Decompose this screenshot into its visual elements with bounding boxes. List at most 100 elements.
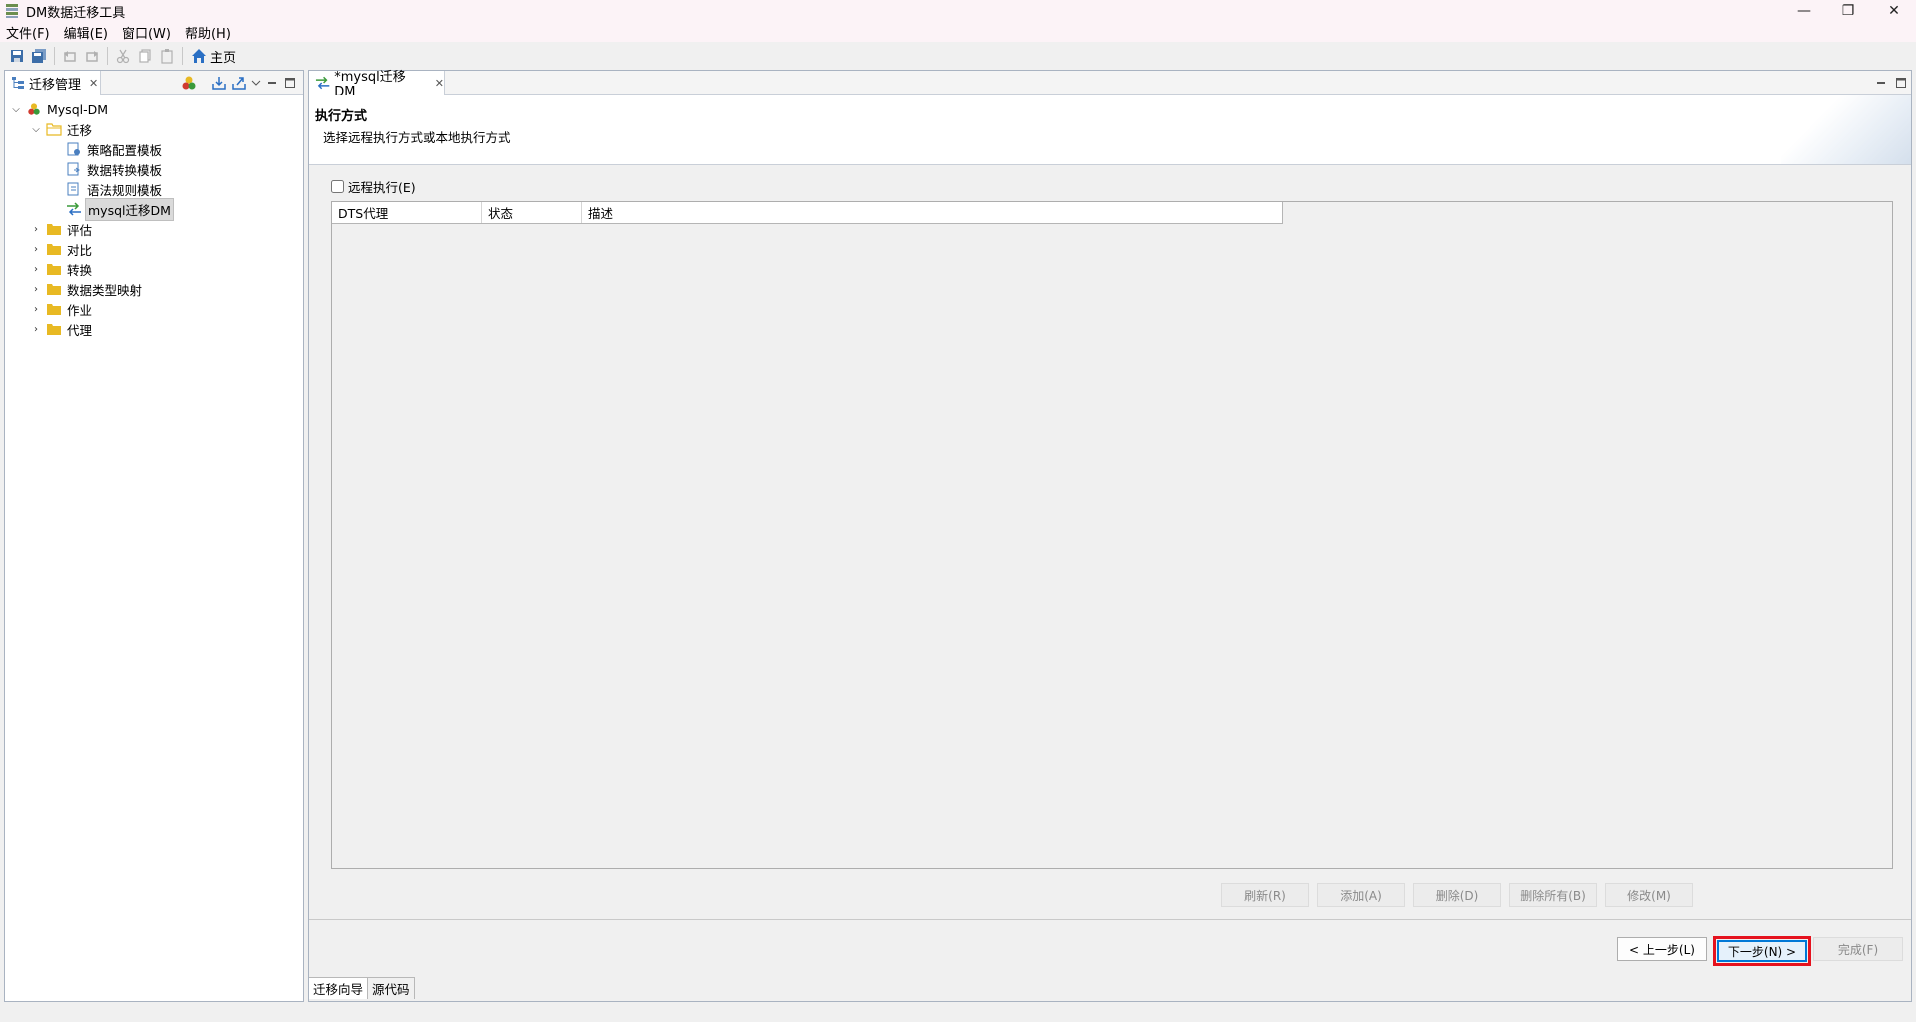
tree-item-convert[interactable]: › 转换 bbox=[5, 259, 303, 279]
view-menu-icon[interactable] bbox=[251, 78, 261, 88]
close-tab-icon[interactable]: ✕ bbox=[89, 77, 98, 90]
toolbar-separator bbox=[182, 47, 183, 65]
tree-item-label: 作业 bbox=[67, 302, 93, 318]
folder-icon bbox=[46, 221, 62, 237]
tree-item-label: 语法规则模板 bbox=[87, 182, 163, 198]
wizard-separator bbox=[309, 919, 1911, 920]
minimize-button[interactable]: — bbox=[1782, 0, 1826, 22]
tree-item-syntax-rule-template[interactable]: 语法规则模板 bbox=[5, 179, 303, 199]
tree-item-root[interactable]: ⌵ Mysql-DM bbox=[5, 99, 303, 119]
maximize-view-icon[interactable] bbox=[283, 76, 297, 90]
home-label: 主页 bbox=[210, 50, 237, 66]
folder-icon bbox=[46, 281, 62, 297]
restore-button[interactable]: ❐ bbox=[1826, 0, 1870, 22]
template-rule-icon bbox=[66, 181, 82, 197]
paste-button[interactable] bbox=[156, 45, 178, 67]
template-convert-icon bbox=[66, 161, 82, 177]
delete-all-button[interactable]: 删除所有(B) bbox=[1509, 883, 1597, 907]
refresh-button[interactable]: 刷新(R) bbox=[1221, 883, 1309, 907]
remote-execution-label: 远程执行(E) bbox=[348, 180, 416, 195]
app-icon bbox=[6, 4, 18, 18]
tab-migration-wizard[interactable]: 迁移向导 bbox=[309, 978, 369, 999]
menu-window[interactable]: 窗口(W) bbox=[122, 23, 171, 42]
wizard-header: 执行方式 选择远程执行方式或本地执行方式 bbox=[309, 95, 1911, 165]
migration-editor: *mysql迁移DM ✕ 执行方式 选择远程执行方式或本地执行方式 远程执行(E… bbox=[308, 70, 1912, 1002]
tab-mysql-migration-dm[interactable]: *mysql迁移DM ✕ bbox=[309, 70, 445, 100]
column-header-description[interactable]: 描述 bbox=[582, 202, 1282, 223]
save-icon bbox=[11, 50, 23, 62]
migration-management-panel: 迁移管理 ✕ ⌵ Mysql-DM ⌵ 迁移 策略配置模板 数据转换模板 语法规… bbox=[4, 70, 304, 1002]
tree-item-label: 代理 bbox=[67, 322, 93, 338]
undo-icon bbox=[64, 51, 76, 62]
minimize-editor-icon[interactable] bbox=[1871, 71, 1891, 95]
export-icon[interactable] bbox=[231, 75, 247, 91]
tree-item-agents[interactable]: › 代理 bbox=[5, 319, 303, 339]
column-header-status[interactable]: 状态 bbox=[482, 202, 582, 223]
tree-item-label: Mysql-DM bbox=[47, 101, 109, 117]
left-panel-tabbar: 迁移管理 ✕ bbox=[5, 71, 303, 95]
title-bar: DM数据迁移工具 bbox=[0, 0, 1916, 22]
tree-item-strategy-template[interactable]: 策略配置模板 bbox=[5, 139, 303, 159]
menu-help[interactable]: 帮助(H) bbox=[185, 23, 231, 42]
chevron-right-icon[interactable]: › bbox=[29, 262, 43, 276]
menu-edit[interactable]: 编辑(E) bbox=[64, 23, 108, 42]
cut-button[interactable] bbox=[112, 45, 134, 67]
remote-execution-checkbox[interactable] bbox=[331, 180, 344, 193]
migration-arrows-icon bbox=[66, 201, 82, 217]
add-button[interactable]: 添加(A) bbox=[1317, 883, 1405, 907]
undo-button[interactable] bbox=[59, 45, 81, 67]
chevron-right-icon[interactable]: › bbox=[29, 222, 43, 236]
tab-migration-management[interactable]: 迁移管理 ✕ bbox=[5, 71, 101, 95]
window-title: DM数据迁移工具 bbox=[26, 5, 126, 21]
column-header-dts-agent[interactable]: DTS代理 bbox=[332, 202, 482, 223]
folder-icon bbox=[46, 241, 62, 257]
next-button[interactable]: 下一步(N) > bbox=[1717, 940, 1807, 962]
copy-icon bbox=[139, 49, 151, 63]
close-button[interactable]: ✕ bbox=[1872, 0, 1916, 22]
save-button[interactable] bbox=[6, 45, 28, 67]
dts-agent-table: DTS代理 状态 描述 bbox=[331, 201, 1893, 869]
copy-button[interactable] bbox=[134, 45, 156, 67]
left-panel-tools bbox=[181, 71, 297, 95]
tree-item-label: 策略配置模板 bbox=[87, 142, 163, 158]
tree-item-jobs[interactable]: › 作业 bbox=[5, 299, 303, 319]
tree-item-assessment[interactable]: › 评估 bbox=[5, 219, 303, 239]
delete-button[interactable]: 删除(D) bbox=[1413, 883, 1501, 907]
tree-item-mysql-migration-dm[interactable]: mysql迁移DM bbox=[5, 197, 303, 221]
template-settings-icon bbox=[66, 141, 82, 157]
tree-item-compare[interactable]: › 对比 bbox=[5, 239, 303, 259]
menu-file[interactable]: 文件(F) bbox=[6, 23, 50, 42]
tab-source-code[interactable]: 源代码 bbox=[368, 978, 415, 999]
chevron-down-icon[interactable]: ⌵ bbox=[29, 122, 43, 136]
chevron-right-icon[interactable]: › bbox=[29, 322, 43, 336]
tree-item-label: 迁移 bbox=[67, 122, 93, 138]
main-toolbar: 主页 bbox=[0, 42, 1916, 70]
chevron-right-icon[interactable]: › bbox=[29, 282, 43, 296]
chevron-right-icon[interactable]: › bbox=[29, 302, 43, 316]
save-all-button[interactable] bbox=[28, 45, 50, 67]
editor-tabbar: *mysql迁移DM ✕ bbox=[309, 70, 1911, 100]
finish-button[interactable]: 完成(F) bbox=[1813, 937, 1903, 961]
chevron-right-icon[interactable]: › bbox=[29, 242, 43, 256]
connection-icon[interactable] bbox=[181, 75, 197, 91]
tree-item-data-conversion-template[interactable]: 数据转换模板 bbox=[5, 159, 303, 179]
minimize-view-icon[interactable] bbox=[265, 76, 279, 90]
maximize-editor-icon[interactable] bbox=[1891, 71, 1911, 95]
close-tab-icon[interactable]: ✕ bbox=[435, 77, 444, 90]
table-header: DTS代理 状态 描述 bbox=[332, 202, 1283, 224]
back-button[interactable]: < 上一步(L) bbox=[1617, 937, 1707, 961]
chevron-down-icon[interactable]: ⌵ bbox=[9, 102, 23, 116]
migration-arrows-icon bbox=[315, 76, 330, 90]
redo-button[interactable] bbox=[81, 45, 103, 67]
tree-item-datatype-mapping[interactable]: › 数据类型映射 bbox=[5, 279, 303, 299]
modify-button[interactable]: 修改(M) bbox=[1605, 883, 1693, 907]
tree-item-migration[interactable]: ⌵ 迁移 bbox=[5, 119, 303, 139]
tree-item-label: mysql迁移DM bbox=[85, 197, 174, 221]
project-icon bbox=[26, 101, 42, 117]
import-icon[interactable] bbox=[211, 75, 227, 91]
home-button[interactable]: 主页 bbox=[191, 47, 236, 66]
remote-execution-option[interactable]: 远程执行(E) bbox=[331, 177, 416, 196]
redo-icon bbox=[86, 51, 98, 62]
tree-item-label: 数据类型映射 bbox=[67, 282, 143, 298]
migration-tree: ⌵ Mysql-DM ⌵ 迁移 策略配置模板 数据转换模板 语法规则模板 mys… bbox=[5, 95, 303, 339]
